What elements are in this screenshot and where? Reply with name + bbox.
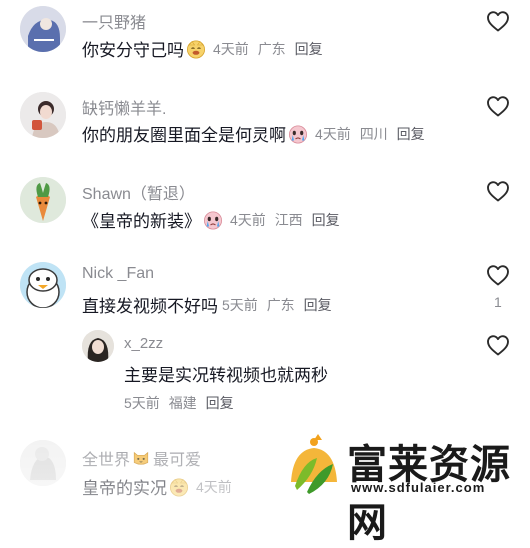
comment-time: 4天前 — [315, 125, 351, 142]
reply-username[interactable]: x_2zz — [124, 335, 163, 352]
avatar[interactable] — [20, 262, 66, 308]
avatar[interactable] — [20, 92, 66, 138]
like-heart-icon[interactable] — [486, 95, 510, 117]
watermark: 富莱资源网 www.sdfulaier.com — [283, 432, 528, 546]
smirk-emoji-icon — [186, 39, 206, 59]
comment-time: 4天前 — [230, 211, 266, 228]
comment-time: 4天前 — [213, 40, 249, 57]
comment-time: 4天前 — [196, 478, 232, 495]
reply-button[interactable]: 回复 — [304, 297, 332, 313]
reply-button[interactable]: 回复 — [295, 41, 323, 57]
like-heart-icon[interactable] — [486, 264, 510, 286]
like-heart-icon[interactable] — [486, 180, 510, 202]
crying-emoji-icon — [203, 210, 223, 230]
reply-text: 主要是实况转视频也就两秒 — [124, 366, 328, 385]
smirk-emoji-icon — [169, 477, 189, 497]
comment-username[interactable]: 缺钙懒羊羊. — [82, 95, 166, 119]
avatar[interactable] — [20, 440, 66, 486]
crying-emoji-icon — [288, 124, 308, 144]
comment-text: 皇帝的实况 — [82, 479, 167, 498]
username-part: 全世界 — [82, 452, 131, 469]
comment-text: 你安分守己吗 — [82, 41, 184, 60]
avatar[interactable] — [20, 177, 66, 223]
avatar[interactable] — [20, 6, 66, 52]
comment-username[interactable]: Shawn（暂退） — [82, 180, 195, 204]
comment-text: 直接发视频不好吗 — [82, 297, 218, 316]
comment-location: 广东 — [266, 296, 295, 313]
reply-button[interactable]: 回复 — [397, 126, 425, 142]
comment-username[interactable]: 全世界 最可爱 — [82, 446, 201, 470]
cat-emoji-icon — [132, 449, 150, 467]
comment-username[interactable]: 一只野猪 — [82, 9, 146, 33]
comment-text: 你的朋友圈里面全是何灵啊 — [82, 126, 286, 145]
reply-location: 福建 — [168, 395, 197, 411]
comment-time: 5天前 — [222, 296, 258, 313]
comment-location: 四川 — [359, 125, 388, 142]
avatar[interactable] — [82, 330, 114, 362]
like-count: 1 — [494, 294, 502, 310]
comment-location: 江西 — [274, 211, 303, 228]
watermark-logo-icon — [283, 432, 345, 498]
comment-location: 广东 — [257, 40, 286, 57]
like-heart-icon[interactable] — [486, 334, 510, 356]
comment-username[interactable]: Nick _Fan — [82, 265, 154, 283]
like-heart-icon[interactable] — [486, 10, 510, 32]
username-suffix: 最可爱 — [153, 452, 202, 469]
reply-time: 5天前 — [124, 395, 160, 411]
watermark-url: www.sdfulaier.com — [351, 480, 486, 495]
reply-button[interactable]: 回复 — [312, 212, 340, 228]
comment-text: 《皇帝的新装》 — [82, 212, 201, 231]
reply-button[interactable]: 回复 — [206, 395, 234, 411]
